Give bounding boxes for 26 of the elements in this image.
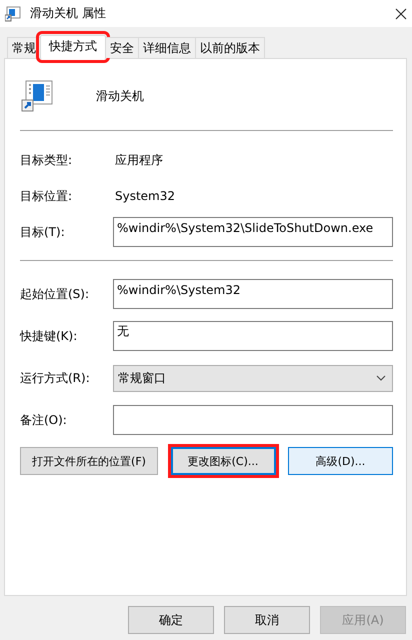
shortcut-name: 滑动关机 <box>96 88 144 104</box>
input-field[interactable]: 无 <box>113 321 393 351</box>
input-field[interactable] <box>113 405 393 435</box>
tab[interactable]: 以前的版本 <box>195 37 265 58</box>
window-title: 滑动关机 属性 <box>30 5 106 22</box>
field-value: System32 <box>114 189 176 203</box>
shortcut-app-icon <box>21 80 53 112</box>
field-label: 备注(O): <box>20 412 68 428</box>
field-label: 目标位置: <box>20 188 74 204</box>
close-icon[interactable] <box>395 8 407 20</box>
field-value: 应用程序 <box>114 152 163 168</box>
target-field[interactable]: %windir%\System32\SlideToShutDown.exe <box>113 217 393 247</box>
chevron-down-icon <box>376 375 386 381</box>
field-label: 快捷键(K): <box>20 328 78 344</box>
dropdown[interactable]: 常规窗口 <box>113 364 393 392</box>
field-label: 运行方式(R): <box>20 370 91 386</box>
tab[interactable]: 安全 <box>105 37 139 58</box>
dialog-button[interactable]: 取消 <box>224 606 310 634</box>
action-button[interactable]: 打开文件所在的位置(F) <box>20 447 158 475</box>
field-label: 目标(T): <box>20 224 66 240</box>
dialog-button[interactable]: 确定 <box>128 606 214 634</box>
field-label: 目标类型: <box>20 152 74 168</box>
input-field[interactable]: %windir%\System32 <box>113 279 393 309</box>
action-button[interactable]: 高级(D)... <box>288 447 393 475</box>
shortcut-app-icon <box>5 6 21 22</box>
field-label: 起始位置(S): <box>20 286 90 302</box>
